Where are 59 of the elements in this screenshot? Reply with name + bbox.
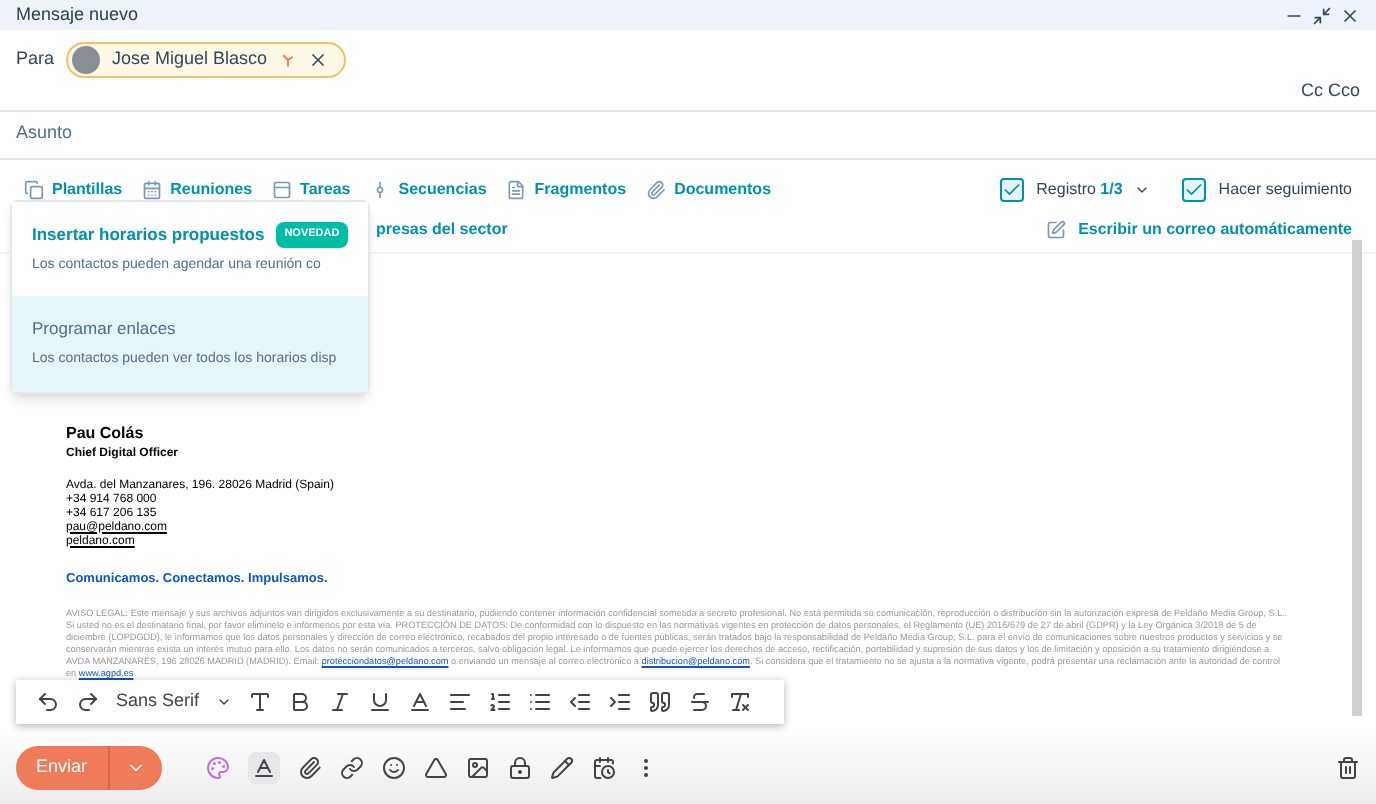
tool-icon (506, 179, 527, 199)
cc-bcc-link[interactable]: Cc Cco (1300, 78, 1360, 105)
text-format-button[interactable] (247, 751, 280, 783)
link-icon[interactable] (339, 755, 364, 779)
scrollbar[interactable] (1352, 240, 1362, 716)
tool-icon (272, 179, 293, 199)
underline-icon[interactable] (367, 690, 392, 714)
redo-icon[interactable] (76, 690, 100, 714)
indent-less-icon[interactable] (567, 690, 592, 714)
toolbar-tool[interactable]: Fragmentos (506, 177, 627, 201)
schedule-icon[interactable] (591, 755, 616, 779)
emoji-icon[interactable] (381, 755, 406, 779)
to-label: Para (16, 46, 55, 73)
toolbar-tool[interactable]: Secuencias (370, 177, 487, 201)
text-color-icon (251, 755, 276, 779)
option-label[interactable]: Registro 1/3 (1036, 177, 1123, 201)
subject-field[interactable]: Asunto (16, 122, 1360, 146)
option-label[interactable]: Hacer seguimiento (1218, 177, 1352, 201)
remove-icon[interactable] (307, 50, 328, 70)
numbered-list-icon[interactable] (487, 690, 512, 714)
toolbar-tool[interactable]: Tareas (272, 177, 351, 201)
auto-write-link[interactable]: Escribir un correo automáticamente (1078, 217, 1352, 241)
trash-icon[interactable] (1336, 755, 1360, 779)
toolbar-tool[interactable]: Documentos (646, 177, 772, 201)
signature-name: Pau Colás (66, 421, 146, 445)
font-dropdown[interactable]: Sans Serif (116, 688, 232, 716)
strikethrough-icon[interactable] (687, 690, 712, 714)
edit-icon (1046, 219, 1067, 239)
checkbox[interactable] (1000, 177, 1025, 201)
italic-icon[interactable] (327, 690, 352, 714)
toolbar-tool[interactable]: Plantillas (24, 177, 123, 201)
color-icon[interactable] (205, 755, 230, 779)
checkbox[interactable] (1182, 177, 1207, 201)
tool-icon (142, 179, 163, 199)
recipient-name: Jose Miguel Blasco (112, 46, 268, 73)
lock-icon[interactable] (507, 755, 532, 779)
tool-icon (24, 179, 44, 199)
image-icon[interactable] (465, 755, 490, 779)
recipient-chip[interactable]: Jose Miguel Blasco (66, 42, 346, 78)
avatar (72, 46, 101, 74)
menu-item-title: Insertar horarios propuestos (32, 222, 265, 248)
align-icon[interactable] (447, 690, 472, 714)
attach-icon[interactable] (297, 755, 322, 779)
window-title: Mensaje nuevo (16, 1, 139, 28)
text-color-icon[interactable] (407, 690, 432, 714)
clear-format-icon[interactable] (727, 690, 752, 714)
toolbar-tool[interactable]: Reuniones (142, 177, 253, 201)
collapse-icon[interactable] (1312, 5, 1332, 25)
suggestion-link[interactable]: presas del sector (376, 217, 508, 241)
pen-icon[interactable] (549, 755, 574, 779)
text-size-icon[interactable] (247, 690, 272, 714)
indent-more-icon[interactable] (607, 690, 632, 714)
caret-icon (215, 694, 232, 710)
close-icon[interactable] (1340, 5, 1360, 25)
quote-icon[interactable] (647, 690, 672, 714)
tool-icon (646, 179, 667, 199)
bold-icon[interactable] (287, 690, 312, 714)
menu-item-title: Programar enlaces (32, 316, 176, 342)
undo-icon[interactable] (36, 690, 60, 714)
